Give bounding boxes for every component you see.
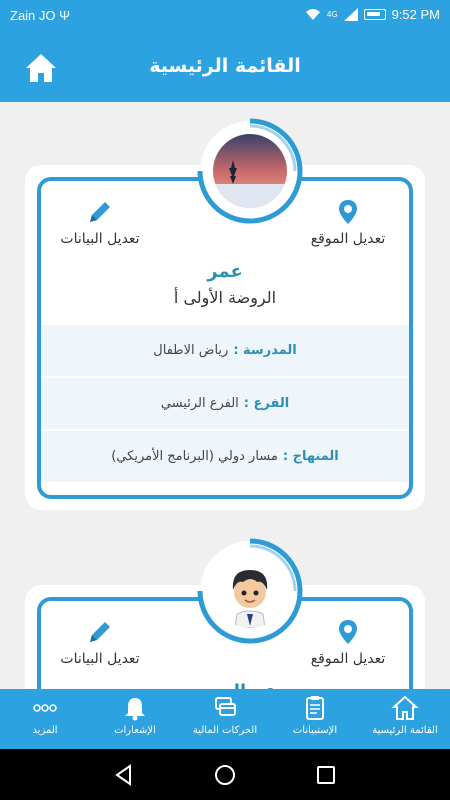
more-icon <box>33 704 57 712</box>
avatar[interactable] <box>196 117 304 225</box>
curriculum-label: المنهاج : <box>282 449 339 464</box>
nav-more-label: المزيد <box>32 725 58 736</box>
student-info: المدرسة : رياض الاطفال الفرع : الفرع الر… <box>41 325 409 484</box>
pencil-icon <box>90 622 110 642</box>
status-bar: Zain JO Ψ 4G 9:52 PM <box>0 0 450 33</box>
branch-value: الفرع الرئيسي <box>160 396 239 411</box>
edit-location-button[interactable]: تعديل الموقع <box>293 619 403 667</box>
page-title: القائمة الرئيسية <box>149 55 301 77</box>
avatar-photo <box>213 134 287 208</box>
nav-notifications-label: الإشعارات <box>114 725 156 736</box>
signal-icon <box>343 8 358 21</box>
school-value: رياض الاطفال <box>153 343 229 358</box>
location-pin-icon <box>339 200 357 224</box>
wifi-icon <box>305 9 320 20</box>
location-pin-icon <box>339 620 357 644</box>
nav-home[interactable]: القائمة الرئيسية <box>360 689 450 749</box>
student-name: عمر <box>207 261 243 282</box>
edit-location-label: تعديل الموقع <box>310 651 386 667</box>
nav-more[interactable]: المزيد <box>0 689 90 749</box>
bottom-nav: القائمة الرئيسية الإستبيانات الحركات الم… <box>0 689 450 749</box>
edit-data-label: تعديل البيانات <box>60 231 140 247</box>
carrier-label: Zain JO <box>10 8 56 23</box>
nav-payments-label: الحركات المالية <box>192 725 258 736</box>
network-type: 4G <box>326 10 338 19</box>
edit-location-button[interactable]: تعديل الموقع <box>293 199 403 247</box>
branch-row: الفرع : الفرع الرئيسي <box>41 378 409 431</box>
students-list[interactable]: تعديل الموقع تعديل البيانات عمر الروضة ا… <box>0 102 450 689</box>
winter-landscape-icon <box>213 134 287 208</box>
student-card: تعديل الموقع تعديل البيانات عبدالمحسن <box>25 538 425 689</box>
edit-data-label: تعديل البيانات <box>60 651 140 667</box>
nav-payments[interactable]: الحركات المالية <box>180 689 270 749</box>
pencil-icon <box>90 202 110 222</box>
app-bar: القائمة الرئيسية <box>0 33 450 102</box>
recents-icon[interactable] <box>315 764 337 786</box>
branch-label: الفرع : <box>243 396 290 411</box>
nav-surveys-label: الإستبيانات <box>292 725 338 736</box>
payments-icon <box>215 697 236 716</box>
school-label: المدرسة : <box>233 343 297 358</box>
edit-data-button[interactable]: تعديل البيانات <box>45 619 155 667</box>
curriculum-value: مسار دولي (البرنامج الأمريكي) <box>111 449 278 464</box>
clock: 9:52 PM <box>391 7 440 22</box>
system-nav-bar <box>0 749 450 800</box>
nav-home-label: القائمة الرئيسية <box>372 725 438 736</box>
school-row: المدرسة : رياض الاطفال <box>41 325 409 378</box>
edit-data-button[interactable]: تعديل البيانات <box>45 199 155 247</box>
usb-icon: Ψ <box>59 8 71 23</box>
student-name: عبدالمحسن <box>41 681 409 689</box>
survey-icon <box>306 696 324 720</box>
battery-icon <box>363 9 386 20</box>
curriculum-row: المنهاج : مسار دولي (البرنامج الأمريكي) <box>41 431 409 484</box>
avatar[interactable] <box>196 537 304 645</box>
bell-icon <box>125 698 145 721</box>
back-icon[interactable] <box>113 764 135 786</box>
nav-notifications[interactable]: الإشعارات <box>90 689 180 749</box>
nav-surveys[interactable]: الإستبيانات <box>270 689 360 749</box>
home-icon <box>391 695 419 720</box>
student-class: الروضة الأولى أ <box>173 288 277 307</box>
avatar-photo <box>213 554 287 628</box>
student-card: تعديل الموقع تعديل البيانات عمر الروضة ا… <box>25 118 425 510</box>
home-circle-icon[interactable] <box>214 764 236 786</box>
boy-avatar-icon <box>213 554 287 628</box>
student-card-frame: تعديل الموقع تعديل البيانات عمر الروضة ا… <box>37 177 413 499</box>
edit-location-label: تعديل الموقع <box>310 231 386 247</box>
